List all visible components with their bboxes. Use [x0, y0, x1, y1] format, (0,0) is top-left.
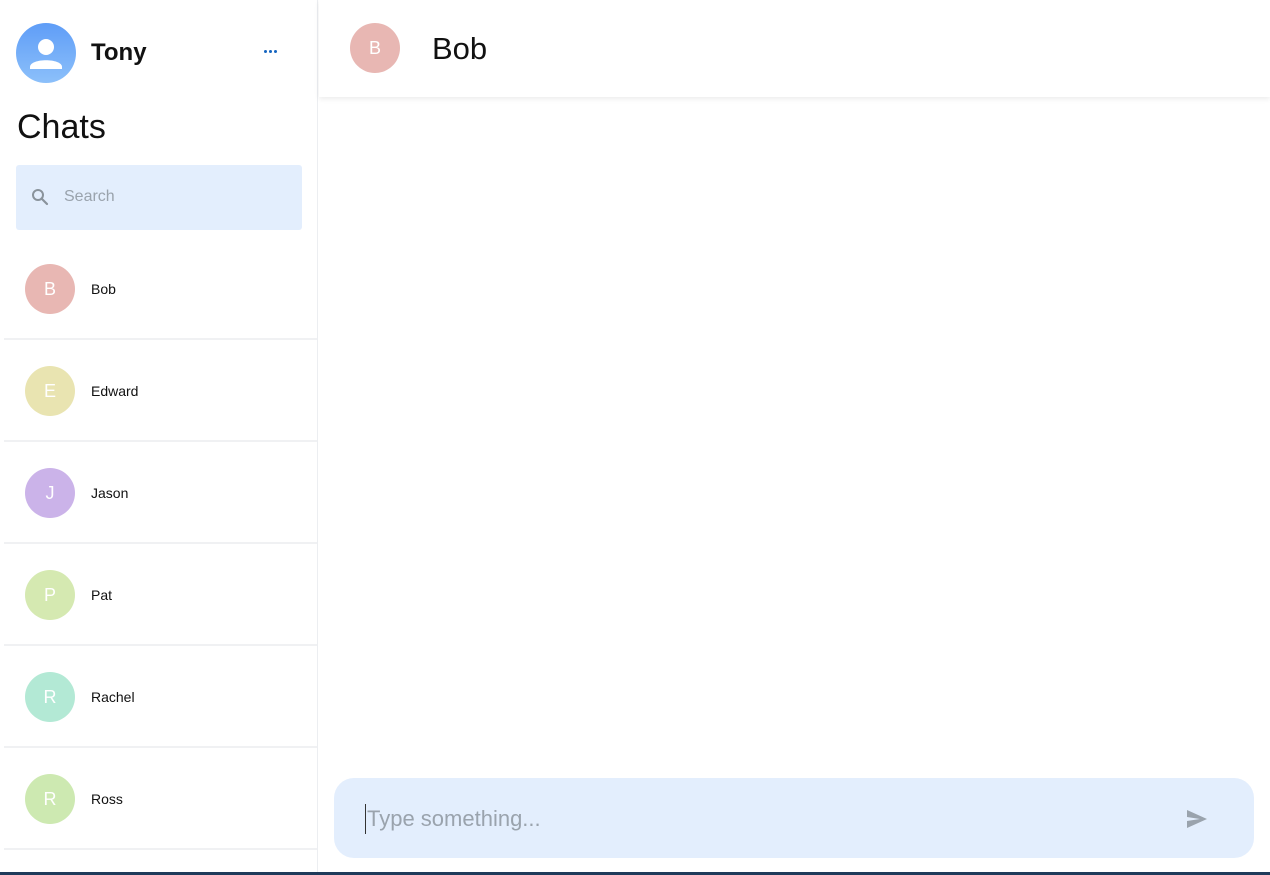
- active-chat-avatar: B: [350, 23, 400, 73]
- chat-list-item-ross[interactable]: R Ross: [4, 748, 317, 850]
- chats-title: Chats: [17, 108, 106, 146]
- user-avatar[interactable]: [16, 23, 76, 83]
- active-chat-name: Bob: [432, 31, 488, 66]
- conversation-panel: B Bob: [319, 0, 1270, 875]
- chat-avatar: R: [25, 672, 75, 722]
- send-icon[interactable]: [1185, 807, 1209, 831]
- chat-avatar: R: [25, 774, 75, 824]
- search-box[interactable]: [16, 165, 302, 230]
- search-icon: [32, 189, 49, 206]
- chat-name: Ross: [91, 791, 123, 807]
- chat-name: Jason: [91, 485, 129, 501]
- chat-name: Edward: [91, 383, 139, 399]
- chat-list-item-pat[interactable]: P Pat: [4, 544, 317, 646]
- chat-list-item-jason[interactable]: J Jason: [4, 442, 317, 544]
- chat-name: Bob: [91, 281, 116, 297]
- search-input[interactable]: [64, 186, 284, 208]
- chat-avatar: E: [25, 366, 75, 416]
- chat-list-item-bob[interactable]: B Bob: [4, 238, 317, 340]
- chat-avatar: J: [25, 468, 75, 518]
- chat-list-item-rachel[interactable]: R Rachel: [4, 646, 317, 748]
- chat-list-item-edward[interactable]: E Edward: [4, 340, 317, 442]
- more-options-button[interactable]: [260, 41, 280, 61]
- user-name: Tony: [91, 39, 147, 66]
- message-input[interactable]: [365, 804, 1165, 834]
- more-dot: [273, 49, 277, 53]
- chat-avatar: P: [25, 570, 75, 620]
- more-horizontal-icon: [263, 49, 267, 53]
- chat-avatar: B: [25, 264, 75, 314]
- chat-header: B Bob: [319, 0, 1270, 97]
- user-person-icon: [30, 39, 62, 69]
- chat-name: Rachel: [91, 689, 135, 705]
- user-header: Tony: [16, 23, 296, 83]
- message-area: [319, 97, 1270, 767]
- message-composer: [334, 778, 1254, 858]
- chat-name: Pat: [91, 587, 113, 603]
- sidebar: Tony Chats B Bob E Edward J Jason P Pat: [0, 0, 318, 875]
- more-dot: [268, 49, 272, 53]
- chat-list: B Bob E Edward J Jason P Pat R Rachel R …: [4, 238, 317, 850]
